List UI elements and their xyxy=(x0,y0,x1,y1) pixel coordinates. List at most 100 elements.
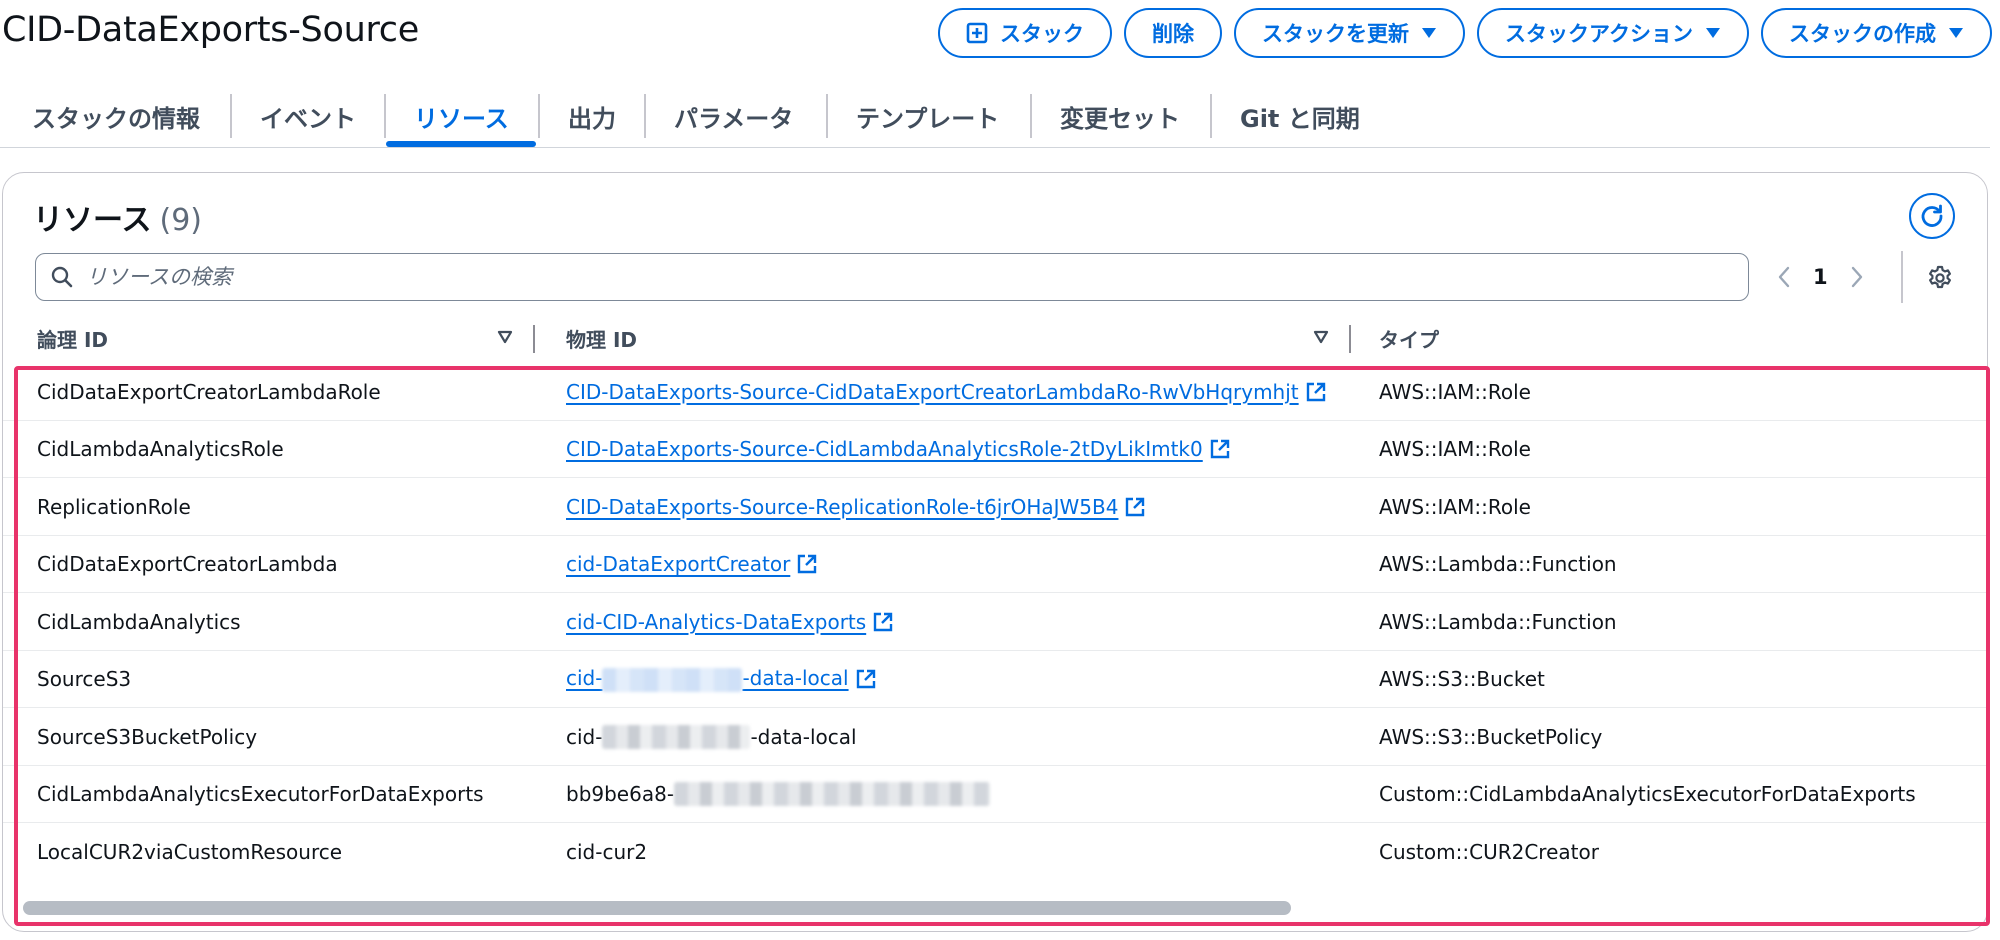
physical-id-cell: CID-DataExports-Source-CidLambdaAnalytic… xyxy=(566,421,1231,478)
physical-id-cell: CID-DataExports-Source-ReplicationRole-t… xyxy=(566,478,1146,535)
physical-id-cell: cid-CID-Analytics-DataExports xyxy=(566,593,894,650)
external-link-icon[interactable] xyxy=(796,553,818,575)
tab-resources[interactable]: リソース xyxy=(414,84,509,148)
column-resize-handle[interactable] xyxy=(533,325,535,353)
type-cell: Custom::CUR2Creator xyxy=(1379,839,1599,864)
physical-id-prefix: cid- xyxy=(566,724,603,749)
create-stack-button-label: スタックの作成 xyxy=(1789,22,1936,46)
stack-actions: スタック 削除 スタックを更新 スタックアクション スタックの作成 xyxy=(938,8,1992,58)
table-row: ReplicationRole CID-DataExports-Source-R… xyxy=(3,478,1987,536)
physical-id-link[interactable]: cid-DataExportCreator xyxy=(566,552,790,576)
resource-search[interactable] xyxy=(35,253,1749,301)
physical-id-link[interactable]: CID-DataExports-Source-CidLambdaAnalytic… xyxy=(566,437,1203,461)
stack-actions-button-label: スタックアクション xyxy=(1505,22,1693,46)
logical-id-cell: SourceS3BucketPolicy xyxy=(37,724,258,749)
type-cell: AWS::Lambda::Function xyxy=(1379,609,1617,634)
pagination-separator xyxy=(1901,251,1903,303)
physical-id-cell: bb9be6a8- xyxy=(566,766,991,823)
tab-events[interactable]: イベント xyxy=(260,84,356,148)
refresh-button[interactable] xyxy=(1909,193,1955,239)
column-resize-handle[interactable] xyxy=(1349,325,1351,353)
delete-button[interactable]: 削除 xyxy=(1124,8,1223,58)
physical-id-cell: CID-DataExports-Source-CidDataExportCrea… xyxy=(566,363,1327,420)
resources-title: リソース xyxy=(33,203,152,238)
tab-stack-info[interactable]: スタックの情報 xyxy=(32,84,200,148)
logical-id-cell: LocalCUR2viaCustomResource xyxy=(37,839,343,864)
table-row: CidLambdaAnalyticsExecutorForDataExports… xyxy=(3,766,1987,823)
physical-id-cell: cid- -data-local xyxy=(566,708,857,765)
physical-id-link[interactable]: CID-DataExports-Source-ReplicationRole-t… xyxy=(566,495,1118,519)
physical-id-cell: cid-cur2 xyxy=(566,839,648,864)
resources-panel: リソース(9) 1 論理 ID 物理 ID タイプ CidDataExportC… xyxy=(2,172,1988,932)
physical-id-link[interactable]: cid- -data-local xyxy=(566,666,849,692)
tab-separator xyxy=(1030,94,1032,138)
search-input[interactable] xyxy=(86,265,1686,289)
scrollbar-thumb[interactable] xyxy=(23,901,1291,915)
update-stack-button-label: スタックを更新 xyxy=(1262,22,1410,46)
tab-separator xyxy=(538,94,540,138)
external-link-icon[interactable] xyxy=(872,611,894,633)
table-row: CidDataExportCreatorLambda cid-DataExpor… xyxy=(3,536,1987,593)
table-row: CidLambdaAnalytics cid-CID-Analytics-Dat… xyxy=(3,593,1987,651)
type-cell: AWS::IAM::Role xyxy=(1379,379,1531,404)
current-page[interactable]: 1 xyxy=(1813,265,1828,289)
tab-git-sync[interactable]: Git と同期 xyxy=(1240,84,1360,148)
caret-down-icon xyxy=(1422,28,1437,38)
update-stack-button[interactable]: スタックを更新 xyxy=(1234,8,1466,58)
redacted-text xyxy=(602,667,743,692)
stack-actions-button[interactable]: スタックアクション xyxy=(1477,8,1749,58)
table-row: SourceS3BucketPolicy cid- -data-local AWS… xyxy=(3,708,1987,766)
type-cell: AWS::IAM::Role xyxy=(1379,494,1531,519)
type-cell: AWS::S3::Bucket xyxy=(1379,667,1545,691)
plus-square-icon xyxy=(966,22,988,44)
sort-icon[interactable] xyxy=(497,330,513,344)
logical-id-cell: CidDataExportCreatorLambda xyxy=(37,552,338,576)
tab-template[interactable]: テンプレート xyxy=(856,84,999,148)
caret-down-icon xyxy=(1949,28,1963,38)
logical-id-cell: SourceS3 xyxy=(37,667,132,691)
external-link-icon[interactable] xyxy=(1209,438,1231,460)
type-cell: AWS::IAM::Role xyxy=(1379,437,1531,461)
logical-id-cell: CidDataExportCreatorLambdaRole xyxy=(37,379,381,404)
delete-button-label: 削除 xyxy=(1152,22,1195,46)
physical-id-link[interactable]: cid-CID-Analytics-DataExports xyxy=(566,610,866,634)
page-title: CID-DataExports-Source xyxy=(2,10,419,50)
type-cell: Custom::CidLambdaAnalyticsExecutorForDat… xyxy=(1379,782,1916,806)
column-physical-id[interactable]: 物理 ID xyxy=(566,313,637,363)
column-logical-id[interactable]: 論理 ID xyxy=(37,313,108,363)
redacted-text xyxy=(602,724,751,749)
external-link-icon[interactable] xyxy=(855,668,877,690)
physical-id-suffix: -data-local xyxy=(742,666,849,691)
chevron-right-icon[interactable] xyxy=(1850,266,1864,288)
stack-tabs: スタックの情報 イベント リソース 出力 パラメータ テンプレート 変更セット … xyxy=(0,84,1990,148)
tab-separator xyxy=(230,94,232,138)
gear-icon xyxy=(1929,265,1951,289)
table-row: SourceS3 cid- -data-local AWS::S3::Bucket xyxy=(3,651,1987,708)
tab-parameters[interactable]: パラメータ xyxy=(674,84,793,148)
chevron-left-icon[interactable] xyxy=(1777,266,1791,288)
redacted-text xyxy=(674,782,991,806)
caret-down-icon xyxy=(1706,28,1720,38)
physical-id-suffix: -data-local xyxy=(750,724,857,749)
table-row: LocalCUR2viaCustomResource cid-cur2 Cust… xyxy=(3,823,1987,881)
type-cell: AWS::S3::BucketPolicy xyxy=(1379,724,1603,749)
tab-outputs[interactable]: 出力 xyxy=(568,84,616,148)
external-link-icon[interactable] xyxy=(1305,381,1327,403)
stack-button[interactable]: スタック xyxy=(938,8,1113,58)
table-row: CidLambdaAnalyticsRole CID-DataExports-S… xyxy=(3,421,1987,478)
stack-header: CID-DataExports-Source スタック 削除 スタックを更新 ス… xyxy=(0,0,2000,70)
tab-separator xyxy=(1210,94,1212,138)
resources-count: (9) xyxy=(159,203,203,238)
horizontal-scrollbar[interactable] xyxy=(15,899,1987,919)
tab-change-sets[interactable]: 変更セット xyxy=(1060,84,1180,148)
physical-id-link[interactable]: CID-DataExports-Source-CidDataExportCrea… xyxy=(566,380,1299,404)
logical-id-cell: ReplicationRole xyxy=(37,494,191,519)
table-settings-button[interactable] xyxy=(1923,261,1957,295)
column-type[interactable]: タイプ xyxy=(1379,313,1439,363)
sort-icon[interactable] xyxy=(1313,330,1329,344)
external-link-icon[interactable] xyxy=(1124,496,1146,518)
refresh-icon xyxy=(1921,204,1943,227)
tab-separator xyxy=(826,94,828,138)
logical-id-cell: CidLambdaAnalyticsExecutorForDataExports xyxy=(37,782,484,806)
create-stack-button[interactable]: スタックの作成 xyxy=(1761,8,1992,58)
